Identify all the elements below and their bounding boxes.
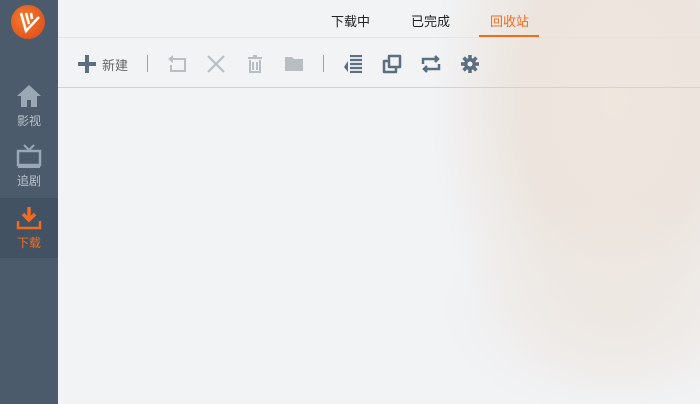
app-logo xyxy=(11,5,45,39)
sidebar: 影视 追剧 下载 xyxy=(0,0,58,404)
sidebar-item-series[interactable]: 追剧 xyxy=(0,144,58,204)
tab-recycle-bin[interactable]: 回收站 xyxy=(490,11,529,30)
background-image-lower xyxy=(438,200,700,404)
copy-button[interactable] xyxy=(380,52,404,76)
trash-icon xyxy=(248,55,262,73)
tv-icon xyxy=(16,144,42,168)
new-button-label[interactable]: 新建 xyxy=(102,55,128,74)
sidebar-item-label: 下载 xyxy=(16,236,41,250)
copy-icon xyxy=(382,54,402,74)
sidebar-item-download[interactable]: 下载 xyxy=(0,198,58,258)
restore-icon xyxy=(168,55,186,72)
repeat-icon xyxy=(421,55,441,73)
restore-button[interactable] xyxy=(165,52,189,76)
list-sort-icon xyxy=(344,55,362,73)
delete-button[interactable] xyxy=(204,52,228,76)
trash-button[interactable] xyxy=(243,52,267,76)
sidebar-item-label: 影视 xyxy=(16,114,41,128)
download-icon xyxy=(16,207,42,230)
active-tab-indicator xyxy=(479,35,539,37)
toolbar: 新建 xyxy=(58,39,700,88)
main-panel: 下载中 已完成 回收站 新建 xyxy=(58,0,700,404)
tab-bar: 下载中 已完成 回收站 xyxy=(58,0,700,38)
folder-icon xyxy=(285,57,303,71)
divider xyxy=(147,55,148,72)
new-button[interactable] xyxy=(75,52,99,76)
sidebar-item-movies[interactable]: 影视 xyxy=(0,84,58,144)
settings-button[interactable] xyxy=(458,52,482,76)
sort-button[interactable] xyxy=(341,52,365,76)
divider xyxy=(323,55,324,72)
tab-completed[interactable]: 已完成 xyxy=(411,11,450,30)
refresh-button[interactable] xyxy=(419,52,443,76)
close-icon xyxy=(207,55,225,73)
sidebar-item-label: 追剧 xyxy=(16,174,41,188)
tab-downloading[interactable]: 下载中 xyxy=(331,11,370,30)
home-icon xyxy=(17,85,41,107)
plus-icon xyxy=(78,55,96,73)
open-folder-button[interactable] xyxy=(282,52,306,76)
gear-icon xyxy=(461,55,479,73)
